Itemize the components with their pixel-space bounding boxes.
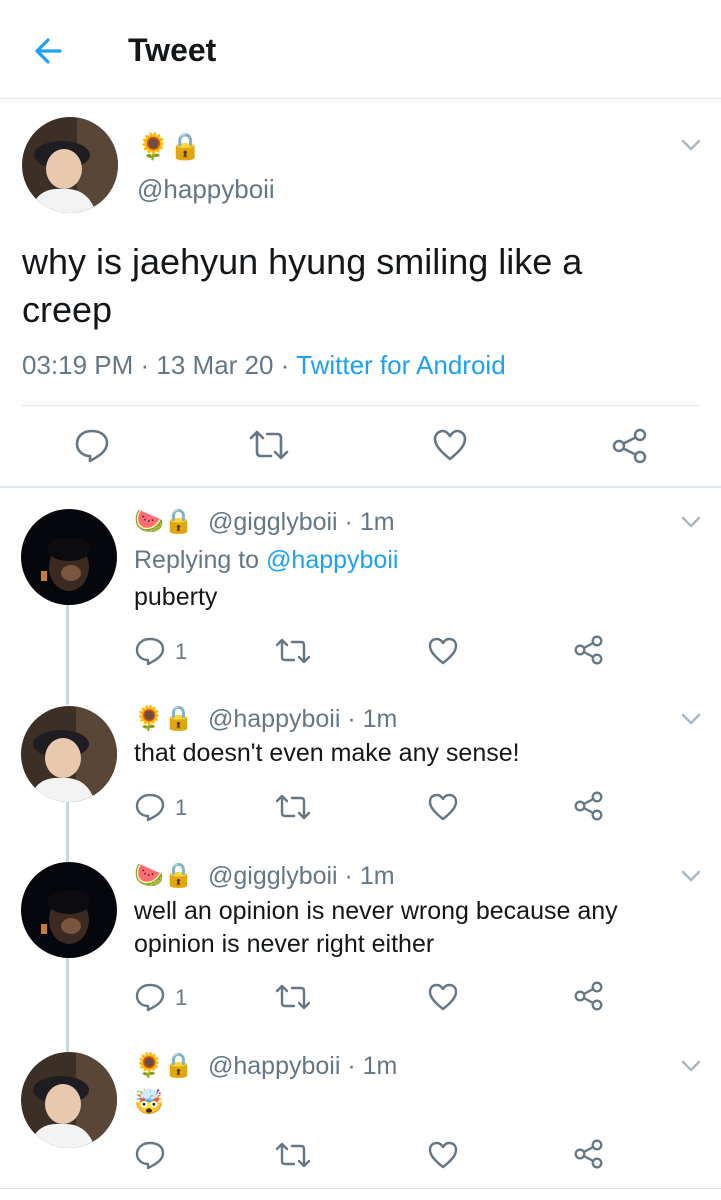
chevron-down-icon[interactable] [679, 1058, 703, 1074]
tweet-text: why is jaehyun hyung smiling like a cree… [22, 241, 583, 330]
avatar[interactable] [21, 1052, 117, 1148]
reply-count: 1 [175, 985, 188, 1010]
like-icon[interactable] [427, 792, 459, 822]
user-emojis: 🌻🔒 [137, 132, 202, 162]
divider [22, 405, 700, 406]
reply-count: 1 [175, 639, 188, 664]
retweet-icon[interactable] [247, 428, 291, 462]
replying-to-handle[interactable]: @happyboii [266, 546, 398, 574]
replying-to-label: Replying to [134, 546, 267, 574]
share-icon[interactable] [611, 427, 649, 465]
chevron-down-icon[interactable] [679, 514, 703, 530]
username[interactable]: @gigglyboii · 1m [208, 862, 395, 891]
divider [0, 486, 721, 488]
chevron-down-icon[interactable] [679, 711, 703, 727]
username[interactable]: @happyboii · 1m [208, 1052, 397, 1081]
chevron-down-icon[interactable] [679, 868, 703, 884]
tweet-source[interactable]: Twitter for Android [296, 350, 506, 380]
tweet-date: 13 Mar 20 [156, 350, 274, 380]
reply-icon[interactable] [134, 982, 166, 1012]
reply-icon[interactable] [134, 1140, 166, 1170]
tweet-meta: 03:19 PM · 13 Mar 20 · Twitter for Andro… [22, 350, 506, 381]
reply-text: well an opinion is never wrong because a… [134, 897, 618, 958]
tweet-time: 03:19 PM [22, 350, 134, 380]
retweet-icon[interactable] [274, 1141, 312, 1169]
avatar[interactable] [21, 509, 117, 605]
back-arrow-icon[interactable] [30, 32, 68, 70]
chevron-down-icon[interactable] [679, 137, 703, 153]
retweet-icon[interactable] [274, 983, 312, 1011]
user-emojis: 🍉🔒 [134, 507, 194, 535]
reply-icon[interactable] [134, 792, 166, 822]
like-icon[interactable] [427, 982, 459, 1012]
avatar[interactable] [21, 862, 117, 958]
like-icon[interactable] [427, 1140, 459, 1170]
like-icon[interactable] [432, 428, 468, 462]
reply-text: that doesn't even make any sense! [134, 739, 520, 767]
replying-to: Replying to @happyboii [134, 546, 398, 575]
reply-count: 1 [175, 795, 188, 820]
retweet-icon[interactable] [274, 637, 312, 665]
reply-text: puberty [134, 583, 218, 611]
user-emojis: 🌻🔒 [134, 1051, 194, 1079]
reply-icon[interactable] [134, 636, 166, 666]
share-icon[interactable] [573, 634, 605, 666]
share-icon[interactable] [573, 790, 605, 822]
thread-line [66, 802, 69, 862]
page-title: Tweet [128, 32, 217, 68]
reply-icon[interactable] [73, 427, 111, 463]
divider [0, 1188, 721, 1189]
username[interactable]: @gigglyboii · 1m [208, 508, 395, 537]
thread-line [66, 605, 69, 705]
share-icon[interactable] [573, 1138, 605, 1170]
user-emojis: 🌻🔒 [134, 704, 194, 732]
retweet-icon[interactable] [274, 793, 312, 821]
share-icon[interactable] [573, 980, 605, 1012]
top-bar: Tweet [0, 0, 721, 99]
username[interactable]: @happyboii [137, 174, 275, 205]
reply-text: 🤯 [134, 1088, 164, 1116]
avatar[interactable] [21, 706, 117, 802]
meta-dot: · [133, 350, 157, 380]
user-emojis: 🍉🔒 [134, 861, 194, 889]
meta-dot: · [273, 350, 297, 380]
thread-line [66, 958, 69, 1052]
avatar[interactable] [22, 117, 118, 213]
like-icon[interactable] [427, 636, 459, 666]
username[interactable]: @happyboii · 1m [208, 705, 397, 734]
